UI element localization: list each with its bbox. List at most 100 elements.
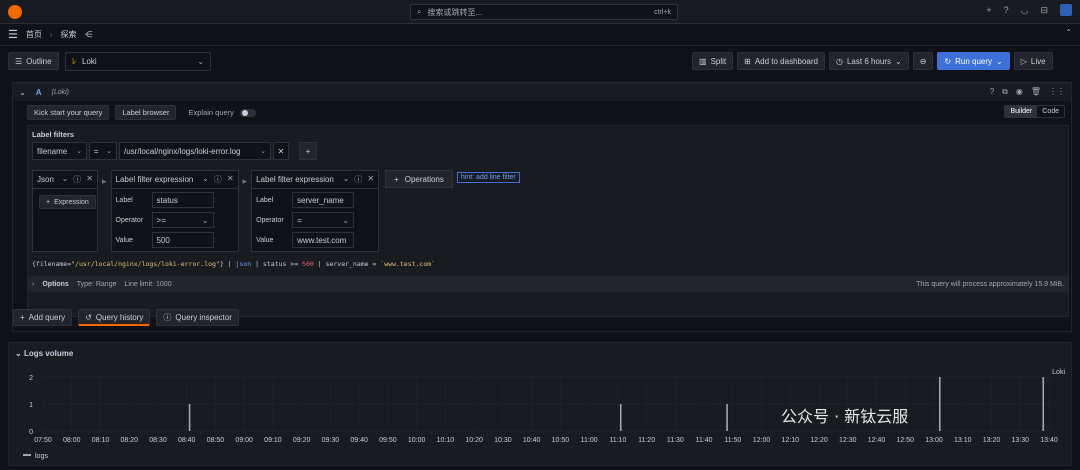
add-filter-button[interactable]: + [299,142,317,160]
datasource-select[interactable]: ﾚ Loki ⌄ [65,52,211,71]
close-icon[interactable]: ✕ [227,174,234,185]
grafana-logo-icon[interactable] [8,5,22,19]
split-button[interactable]: ▥ Split [692,52,734,70]
editor-mode-switch[interactable]: Builder Code [1004,105,1065,118]
kick-start-button[interactable]: Kick start your query [27,105,110,120]
collapse-query-icon[interactable]: ⌄ [19,88,26,97]
operator-select[interactable]: >= ⌄ [151,212,214,228]
query-history-button[interactable]: ↺ Query history [78,309,151,326]
remove-filter-button[interactable]: ✕ [273,142,289,160]
explain-label: Explain query [188,108,234,117]
query-token: {filename= [32,260,72,268]
breadcrumb-explore[interactable]: 探索 [61,29,77,40]
x-tick-label: 13:20 [983,437,1001,444]
operation-name[interactable]: Json [37,175,54,184]
label-browser-button[interactable]: Label browser [115,105,177,120]
label-input[interactable]: status [151,192,214,208]
help-icon[interactable]: ? [1004,5,1009,15]
add-to-dashboard-button[interactable]: ⊞ Add to dashboard [737,52,825,70]
copy-icon[interactable]: ⧉ [1002,87,1008,97]
x-tick-label: 08:40 [178,437,196,444]
add-query-button[interactable]: + Add query [13,309,73,326]
split-icon: ▥ [699,56,707,66]
operation-name[interactable]: Label filter expression [256,175,334,184]
builder-tab[interactable]: Builder [1005,106,1038,117]
x-tick-label: 10:40 [523,437,541,444]
run-query-button[interactable]: ↻ Run query ⌄ [937,52,1010,70]
outline-button[interactable]: ☰ Outline [8,52,59,70]
value-input[interactable]: www.test.com [292,232,355,248]
add-operation-button[interactable]: + Operations [385,170,453,188]
value-select[interactable]: /usr/local/nginx/logs/loki-error.log ⌄ [119,142,271,160]
close-icon[interactable]: ✕ [367,174,374,185]
label-input[interactable]: server_name [292,192,355,208]
operation-name[interactable]: Label filter expression [116,175,194,184]
value-row: Value www.test.com [252,231,378,249]
drag-handle-icon[interactable]: ⋮⋮ [1049,87,1065,97]
logs-volume-title[interactable]: ⌄ Logs volume [15,349,73,358]
avatar[interactable] [1060,4,1072,16]
chevron-down-icon: ⌄ [197,57,204,66]
label-row: Label server_name [252,191,378,209]
info-icon[interactable]: ⓘ [214,174,222,185]
y-tick-label: 2 [29,375,33,382]
breadcrumb-home[interactable]: 首页 [26,29,42,40]
query-token: } | [219,260,236,268]
news-icon[interactable]: ⊟ [1040,5,1048,16]
toggle-switch[interactable] [239,108,256,117]
query-panel: ⌄ A (Loki) ? ⧉ ◉ 🗑 ⋮⋮ Kick start your qu… [12,82,1072,332]
operator-value: = [297,215,302,225]
close-icon[interactable]: ✕ [86,174,93,185]
list-icon: ☰ [15,56,23,66]
search-input[interactable]: ⌕ 搜索或跳转至... ctrl+k [410,4,678,20]
collapse-icon[interactable]: ⌃ [1065,28,1072,37]
query-inspector-button[interactable]: ⓘ Query inspector [156,309,239,326]
help-icon[interactable]: ? [990,87,994,97]
rss-icon[interactable]: ◡ [1021,5,1029,16]
code-tab[interactable]: Code [1037,106,1064,117]
x-tick-label: 09:10 [264,437,282,444]
time-range-picker[interactable]: ◷ Last 6 hours ⌄ [829,52,909,70]
dashboard-icon: ⊞ [744,56,751,66]
trash-icon[interactable]: 🗑 [1031,87,1041,97]
eye-icon[interactable]: ◉ [1016,87,1023,97]
chevron-down-icon[interactable]: ⌄ [202,174,209,185]
x-tick-label: 10:30 [494,437,512,444]
value-input[interactable]: 500 [151,232,214,248]
logs-volume-panel: ⌄ Logs volume 0 1 2 07:50 08:00 08:10 08:20 08:… [8,342,1072,466]
value-text: /usr/local/nginx/logs/loki-error.log [124,146,241,156]
search-shortcut: ctrl+k [654,8,671,16]
query-header: ⌄ A (Loki) ? ⧉ ◉ 🗑 ⋮⋮ [13,83,1071,101]
breadcrumb: ☰ 首页 › 探索 ⋲ [0,24,1080,46]
query-options-bar[interactable]: › Options Type: Range Line limit: 1000 T… [28,276,1068,292]
explain-toggle[interactable]: Explain query [188,108,256,117]
x-tick-label: 10:00 [408,437,426,444]
datasource-name: Loki [82,57,97,66]
info-icon[interactable]: ⓘ [354,174,362,185]
x-tick-label: 12:40 [868,437,886,444]
operator-select[interactable]: = ⌄ [292,212,355,228]
label-select[interactable]: filename ⌄ [32,142,87,160]
live-button[interactable]: ▷ Live [1013,52,1053,70]
operation-header: Json ⌄ ⓘ ✕ [33,171,97,189]
new-button[interactable]: + [986,5,991,15]
operation-card-json: Json ⌄ ⓘ ✕ + Expression [32,170,98,252]
menu-icon[interactable]: ☰ [8,28,18,41]
query-ref-id[interactable]: A [36,88,42,97]
chevron-down-icon[interactable]: ⌄ [343,174,350,185]
top-bar: ⌕ 搜索或跳转至... ctrl+k + ? ◡ ⊟ [0,0,1080,24]
x-tick-label: 08:00 [63,437,81,444]
x-tick-label: 13:10 [954,437,972,444]
query-token: 500 [302,260,314,268]
query-actions: ? ⧉ ◉ 🗑 ⋮⋮ [990,87,1065,97]
chevron-down-icon[interactable]: ⌄ [62,174,69,185]
operator-select[interactable]: = ⌄ [89,142,117,160]
zoom-out-button[interactable]: ⊖ [912,52,934,70]
x-tick-label: 11:30 [667,437,684,444]
info-icon[interactable]: ⓘ [73,174,81,185]
add-expression-button[interactable]: + Expression [39,195,96,209]
share-icon[interactable]: ⋲ [85,30,93,39]
query-token: `www.test.com` [380,260,436,268]
hint-badge[interactable]: hint: add line filter [456,172,520,183]
query-token: json [235,260,252,268]
